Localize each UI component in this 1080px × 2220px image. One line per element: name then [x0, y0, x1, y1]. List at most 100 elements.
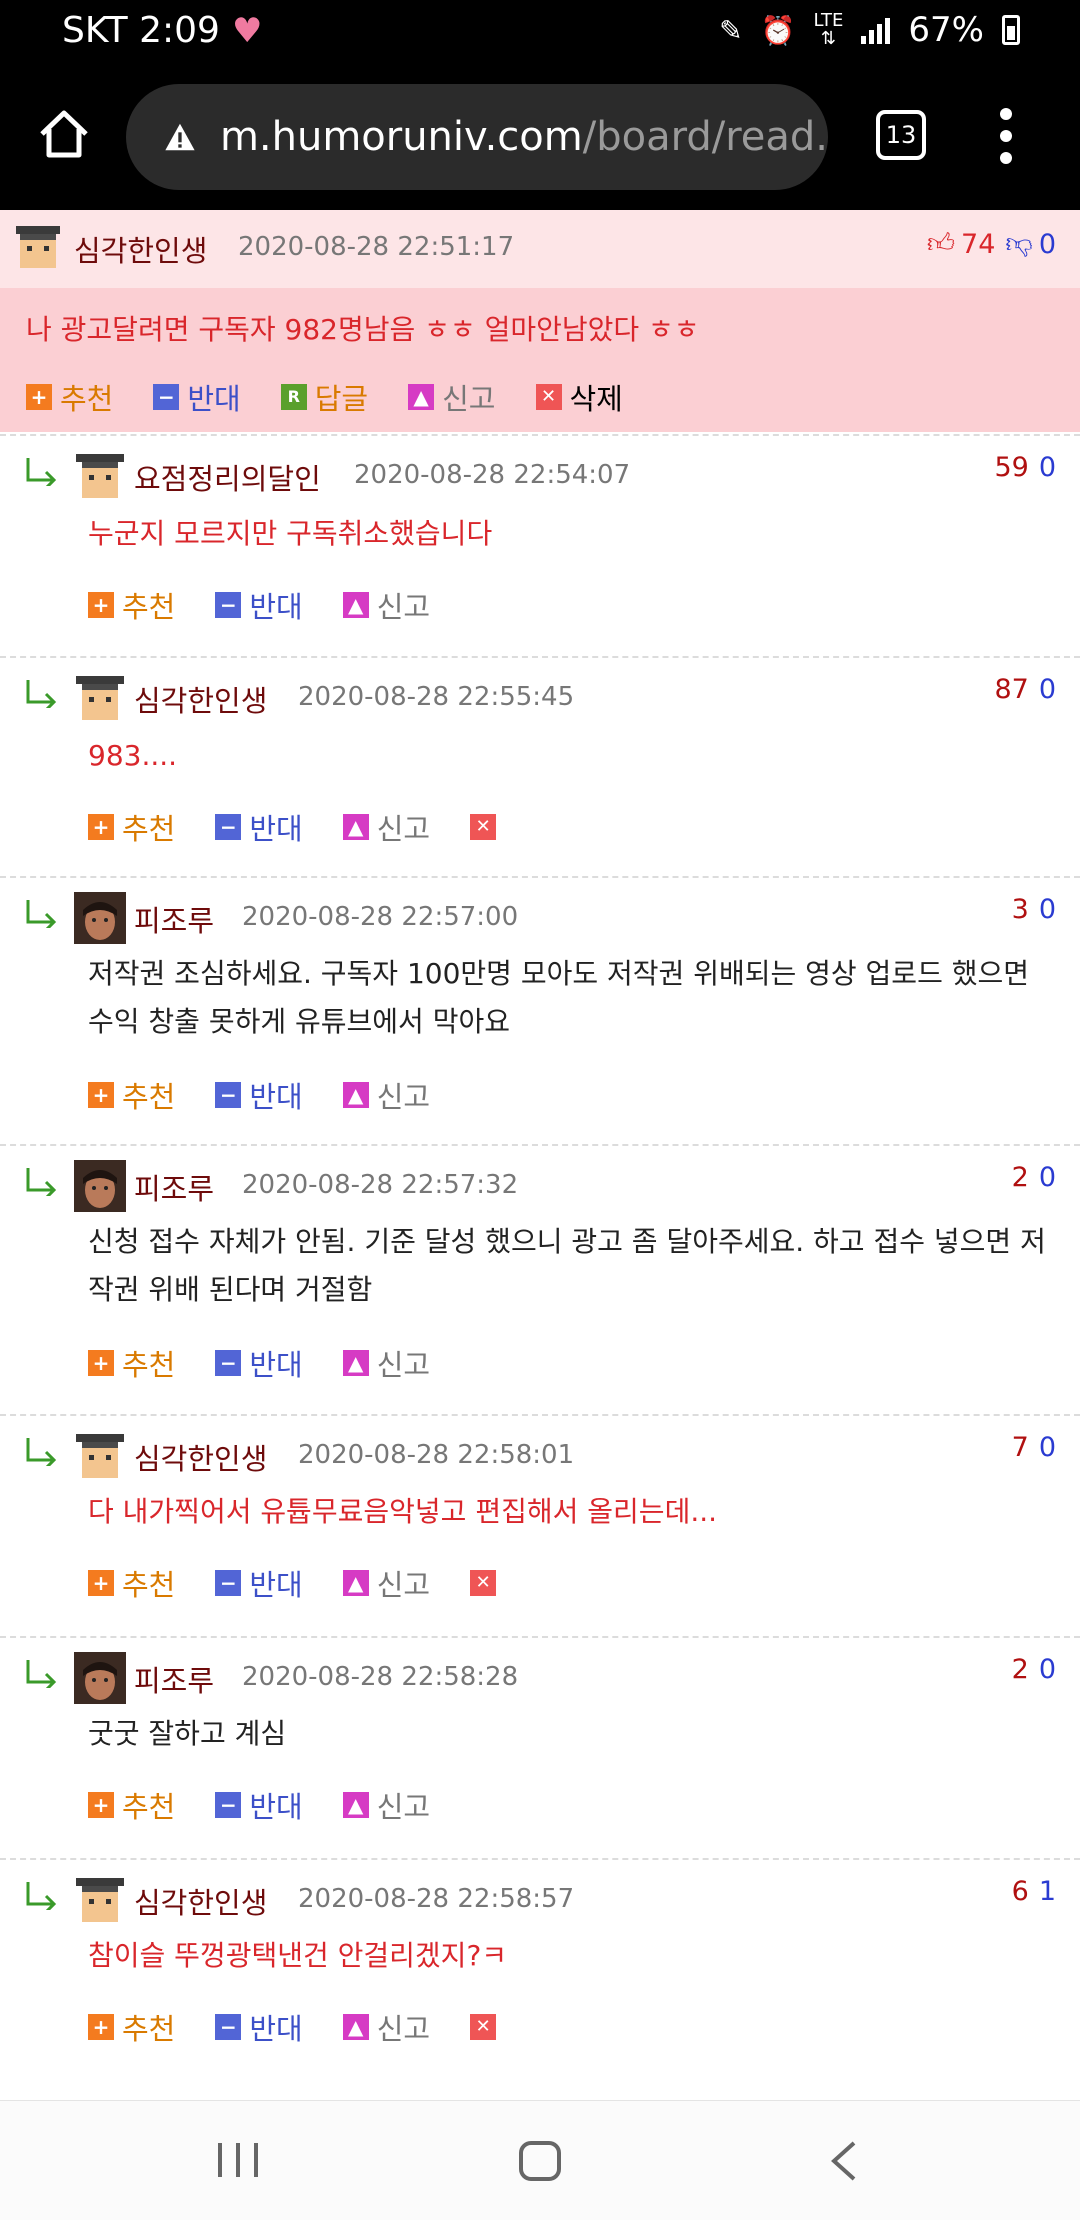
overflow-menu-icon[interactable]: [996, 108, 1016, 164]
comment-nickname[interactable]: 피조루: [134, 898, 214, 940]
comment-text: 굿굿 잘하고 계심: [88, 1717, 287, 1750]
avatar[interactable]: [74, 1160, 126, 1212]
post-nickname[interactable]: 심각한인생: [74, 228, 207, 270]
comment-text: 다 내가찍어서 유튭무료음악넣고 편집해서 올리는데...: [88, 1495, 718, 1528]
comment-nickname[interactable]: 피조루: [134, 1166, 214, 1208]
oppose-button[interactable]: − 반대: [215, 584, 303, 626]
system-nav-bar: [0, 2100, 1080, 2220]
oppose-button[interactable]: − 반대: [215, 1562, 303, 1604]
report-button[interactable]: ▲ 신고: [342, 584, 430, 626]
pen-off-icon: ✎: [719, 13, 743, 47]
comment-date: 2020-08-28 22:57:32: [242, 1170, 519, 1200]
comment-nickname[interactable]: 피조루: [134, 1658, 214, 1700]
delete-label: 삭제: [569, 382, 623, 416]
home-icon[interactable]: [36, 106, 92, 162]
delete-button[interactable]: ✕: [470, 2014, 504, 2040]
report-button[interactable]: ▲ 신고: [342, 1784, 431, 1826]
oppose-label: 반대: [249, 1348, 303, 1382]
comment-up-count: 87: [994, 674, 1029, 705]
oppose-button[interactable]: − 반대: [215, 1784, 303, 1826]
recommend-button[interactable]: + 추천: [88, 1342, 175, 1384]
recommend-label: 추천: [122, 1348, 176, 1382]
avatar[interactable]: [74, 1874, 126, 1926]
avatar[interactable]: [74, 450, 126, 502]
reply-button[interactable]: R 답글: [280, 376, 368, 418]
recommend-button[interactable]: + 추천: [88, 2006, 175, 2048]
report-label: 신고: [376, 1790, 431, 1824]
reply-arrow-icon: [26, 1882, 57, 1910]
delete-button[interactable]: ✕ 삭제: [535, 376, 623, 418]
battery-icon: [1002, 15, 1020, 45]
tab-switcher-button[interactable]: 13: [876, 110, 926, 160]
post-like-count: 74: [961, 228, 996, 260]
report-button[interactable]: ▲ 신고: [408, 376, 496, 418]
avatar[interactable]: [74, 1430, 126, 1482]
comment-up-count: 7: [1011, 1432, 1029, 1463]
alarm-icon: ⏰: [760, 13, 796, 47]
recommend-button[interactable]: + 추천: [88, 584, 175, 626]
battery-percent: 67%: [908, 10, 984, 50]
oppose-button[interactable]: − 반대: [153, 376, 241, 418]
comment-date: 2020-08-28 22:57:00: [242, 902, 519, 932]
oppose-button[interactable]: − 반대: [215, 1074, 303, 1116]
avatar[interactable]: [74, 1652, 126, 1704]
lte-icon: LTE ⇅: [813, 10, 844, 49]
comment-up-count: 2: [1011, 1162, 1029, 1193]
report-button[interactable]: ▲ 신고: [342, 1562, 431, 1604]
reply-arrow-icon: [26, 1438, 57, 1466]
report-button[interactable]: ▲ 신고: [342, 806, 431, 848]
report-label: 신고: [376, 812, 431, 846]
minus-icon: −: [215, 1082, 242, 1108]
oppose-button[interactable]: − 반대: [215, 806, 303, 848]
minus-icon: −: [215, 1792, 242, 1818]
comment-nickname[interactable]: 요점정리의달인: [134, 456, 321, 498]
comment-down-count: 0: [1038, 674, 1056, 705]
warning-icon[interactable]: [164, 113, 196, 161]
thumb-up-icon[interactable]: 👍︎: [927, 228, 955, 260]
comment-nickname[interactable]: 심각한인생: [134, 1436, 267, 1478]
oppose-button[interactable]: − 반대: [215, 1342, 303, 1384]
report-button[interactable]: ▲ 신고: [342, 1074, 430, 1116]
recommend-button[interactable]: + 추천: [88, 1074, 175, 1116]
close-icon: ✕: [535, 384, 562, 410]
oppose-button[interactable]: − 반대: [215, 2006, 303, 2048]
thumb-down-icon[interactable]: 👎︎: [1005, 228, 1032, 260]
comment-item: 피조루 2020-08-28 22:57:00 30 저작권 조심하세요. 구독…: [0, 876, 1080, 1144]
delete-button[interactable]: ✕: [470, 1570, 504, 1596]
post-date: 2020-08-28 22:51:17: [238, 232, 515, 262]
plus-icon: +: [88, 592, 114, 618]
recommend-button[interactable]: + 추천: [88, 1562, 175, 1604]
recent-apps-icon[interactable]: [218, 2143, 258, 2177]
oppose-label: 반대: [249, 1568, 303, 1602]
comment-text: 저작권 조심하세요. 구독자 100만명 모아도 저작권 위배되는 영상 업로드…: [88, 957, 1030, 1038]
reply-arrow-icon: [26, 680, 57, 708]
back-icon[interactable]: [826, 2139, 862, 2183]
report-button[interactable]: ▲ 신고: [342, 2006, 430, 2048]
plus-icon: +: [88, 2014, 114, 2040]
avatar[interactable]: [74, 892, 126, 944]
status-bar: SKT 2:09 ♥ ✎ ⏰ LTE ⇅ 67%: [0, 0, 1080, 66]
recommend-button[interactable]: + 추천: [88, 1784, 175, 1826]
comment-up-count: 3: [1011, 894, 1029, 925]
url-path: /board/read.: [582, 114, 828, 160]
close-icon: ✕: [470, 2014, 497, 2040]
comment-item: 심각한인생 2020-08-28 22:55:45 87 0 983.... + 추…: [0, 656, 1080, 876]
comment-down-count: 0: [1038, 452, 1056, 483]
avatar[interactable]: [74, 672, 126, 724]
comment-nickname[interactable]: 심각한인생: [134, 678, 267, 720]
avatar[interactable]: [12, 222, 64, 274]
comment-nickname[interactable]: 심각한인생: [134, 1880, 267, 1922]
address-bar[interactable]: m.humoruniv.com/board/read.: [126, 84, 828, 190]
recommend-button[interactable]: + 추천: [88, 806, 175, 848]
plus-icon: +: [26, 384, 52, 410]
report-label: 신고: [376, 1348, 431, 1382]
home-nav-icon[interactable]: [519, 2141, 561, 2181]
plus-icon: +: [88, 1792, 114, 1818]
post-header: 심각한인생 2020-08-28 22:51:17 👍︎ 74 👎︎ 0: [0, 210, 1080, 288]
report-label: 신고: [376, 1568, 431, 1602]
recommend-button[interactable]: + 추천: [26, 376, 113, 418]
delete-button[interactable]: ✕: [470, 814, 504, 840]
close-icon: ✕: [470, 814, 497, 840]
recommend-label: 추천: [60, 382, 114, 416]
report-button[interactable]: ▲ 신고: [342, 1342, 431, 1384]
